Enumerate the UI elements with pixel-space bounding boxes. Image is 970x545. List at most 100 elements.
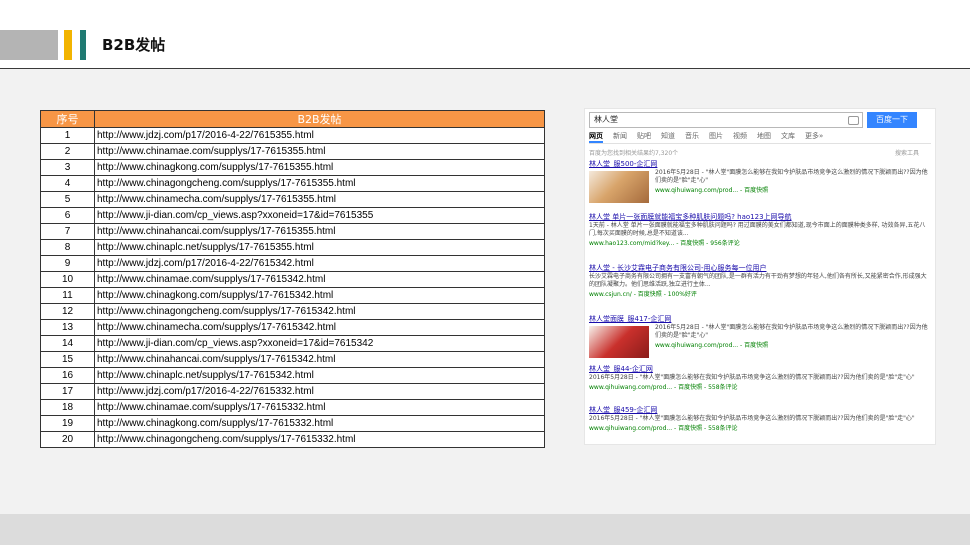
serp-result-title[interactable]: 林人堂_服500-企汇网 [589, 159, 929, 169]
row-number: 1 [40, 127, 95, 144]
row-number: 11 [40, 287, 95, 304]
serp-result-thumbnail[interactable] [589, 171, 649, 203]
serp-tab[interactable]: 知道 [661, 131, 675, 141]
table-row: 8 http://www.chinaplc.net/supplys/17-7615… [40, 239, 545, 256]
row-url: http://www.jdzj.com/p17/2016-4-22/761533… [94, 383, 545, 400]
serp-result-url[interactable]: www.qihuiwang.com/prod... - 百度快照 - 558条评… [589, 423, 929, 432]
table-row: 1 http://www.jdzj.com/p17/2016-4-22/76153… [40, 127, 545, 144]
row-number: 9 [40, 255, 95, 272]
serp-result-url[interactable]: www.hao123.com/mid?key... - 百度快照 - 956条评… [589, 238, 929, 247]
table-row: 12 http://www.chinagongcheng.com/supplys/… [40, 303, 545, 320]
table-row: 6 http://www.ji-dian.com/cp_views.asp?xxo… [40, 207, 545, 224]
serp-tab[interactable]: 新闻 [613, 131, 627, 141]
header-yellow-accent [64, 30, 72, 60]
serp-result-thumbnail[interactable] [589, 326, 649, 358]
serp-search-button[interactable]: 百度一下 [867, 112, 917, 128]
table-row: 11 http://www.chinagkong.com/supplys/17-7… [40, 287, 545, 304]
header-teal-accent [80, 30, 86, 60]
row-number: 17 [40, 383, 95, 400]
serp-result-title[interactable]: 林人堂_服459-企汇网 [589, 405, 929, 415]
serp-result-title[interactable]: 林人堂 - 长沙艾霖电子商务有限公司-用心服务每一位用户 [589, 263, 929, 273]
row-url: http://www.chinagongcheng.com/supplys/17… [94, 175, 545, 192]
row-url: http://www.chinamecha.com/supplys/17-761… [94, 319, 545, 336]
serp-tab[interactable]: 地图 [757, 131, 771, 141]
table-row: 10 http://www.chinamae.com/supplys/17-761… [40, 271, 545, 288]
serp-result-title[interactable]: 林人堂_服44-企汇网 [589, 364, 929, 374]
serp-search-tools[interactable]: 搜索工具 [895, 148, 919, 157]
serp-result-title[interactable]: 林人堂 单片一张面膜就能福宝多种肌肤问题吗? hao123上网导航 [589, 212, 929, 222]
serp-tabs: 网页 新闻 贴吧 知道 音乐 图片 视频 地图 文库 更多» [589, 131, 931, 144]
serp-search-box[interactable]: 林人堂 [589, 112, 863, 128]
table-row: 16 http://www.chinaplc.net/supplys/17-761… [40, 367, 545, 384]
serp-result-count: 百度为您找到相关结果约7,320个 [589, 150, 679, 157]
serp-result-url[interactable]: www.qihuiwang.com/prod... - 百度快照 - 558条评… [589, 382, 929, 391]
row-number: 19 [40, 415, 95, 432]
row-url: http://www.chinaplc.net/supplys/17-76153… [94, 367, 545, 384]
header-gray-block [0, 30, 58, 60]
serp-result: 林人堂_服459-企汇网 2016年5月28日 - "林人堂"面膜怎么能够在我知今… [589, 405, 929, 432]
row-url: http://www.chinagkong.com/supplys/17-761… [94, 415, 545, 432]
table-body: 1 http://www.jdzj.com/p17/2016-4-22/76153… [40, 127, 545, 448]
search-results-screenshot: 林人堂 百度一下 网页 新闻 贴吧 知道 音乐 图片 视频 地图 文库 更多» 百度为您找到相关结… [584, 108, 936, 445]
table-row: 7 http://www.chinahancai.com/supplys/17-7… [40, 223, 545, 240]
row-url: http://www.chinagongcheng.com/supplys/17… [94, 431, 545, 448]
row-url: http://www.chinagkong.com/supplys/17-761… [94, 287, 545, 304]
serp-result-url[interactable]: www.csjun.cn/ - 百度快照 - 100%好评 [589, 289, 929, 298]
serp-tab[interactable]: 视频 [733, 131, 747, 141]
table-row: 9 http://www.jdzj.com/p17/2016-4-22/76153… [40, 255, 545, 272]
serp-result: 林人堂_服44-企汇网 2016年5月28日 - "林人堂"面膜怎么能够在我知今护… [589, 364, 929, 391]
table-row: 13 http://www.chinamecha.com/supplys/17-7… [40, 319, 545, 336]
serp-result-snippet: 2016年5月28日 - "林人堂"面膜怎么能够在我知今护肤品市场竞争这么激烈的… [589, 374, 915, 381]
row-number: 15 [40, 351, 95, 368]
serp-result: 林人堂面膜_服417-企汇网 2016年5月28日 - "林人堂"面膜怎么能够在我… [589, 314, 929, 358]
row-url: http://www.chinamae.com/supplys/17-76153… [94, 143, 545, 160]
serp-result-snippet: 1天前 - 林人堂 单片一张面膜就能福宝多种肌肤问题吗? 用过面膜的美女们都知道… [589, 222, 926, 237]
row-number: 2 [40, 143, 95, 160]
table-row: 3 http://www.chinagkong.com/supplys/17-76… [40, 159, 545, 176]
row-url: http://www.chinamae.com/supplys/17-76153… [94, 271, 545, 288]
table-header-row: 序号 B2B发帖 [40, 110, 545, 128]
column-header-b2b-post: B2B发帖 [94, 110, 545, 128]
row-number: 4 [40, 175, 95, 192]
table-row: 19 http://www.chinagkong.com/supplys/17-7… [40, 415, 545, 432]
row-number: 10 [40, 271, 95, 288]
serp-tab[interactable]: 图片 [709, 131, 723, 141]
row-url: http://www.chinagongcheng.com/supplys/17… [94, 303, 545, 320]
table-row: 17 http://www.jdzj.com/p17/2016-4-22/7615… [40, 383, 545, 400]
serp-tab[interactable]: 更多» [805, 131, 823, 141]
serp-tab[interactable]: 网页 [589, 131, 603, 143]
row-url: http://www.chinahancai.com/supplys/17-76… [94, 351, 545, 368]
serp-tab[interactable]: 音乐 [685, 131, 699, 141]
row-url: http://www.chinamae.com/supplys/17-76153… [94, 399, 545, 416]
row-url: http://www.jdzj.com/p17/2016-4-22/761535… [94, 127, 545, 144]
row-number: 16 [40, 367, 95, 384]
row-url: http://www.chinaplc.net/supplys/17-76153… [94, 239, 545, 256]
table-row: 14 http://www.ji-dian.com/cp_views.asp?xx… [40, 335, 545, 352]
serp-result-snippet: 长沙艾霖电子商务有限公司拥有一支富有朝气的团队,是一群有活力有干劲有梦想的年轻人… [589, 273, 927, 288]
serp-result-snippet: 2016年5月28日 - "林人堂"面膜怎么能够在我知今护肤品市场竞争这么激烈的… [589, 415, 915, 422]
row-number: 7 [40, 223, 95, 240]
serp-tab[interactable]: 贴吧 [637, 131, 651, 141]
table-row: 5 http://www.chinamecha.com/supplys/17-76… [40, 191, 545, 208]
row-url: http://www.chinahancai.com/supplys/17-76… [94, 223, 545, 240]
serp-result: 林人堂 单片一张面膜就能福宝多种肌肤问题吗? hao123上网导航 1天前 - 林… [589, 212, 929, 247]
table-row: 2 http://www.chinamae.com/supplys/17-7615… [40, 143, 545, 160]
serp-tab[interactable]: 文库 [781, 131, 795, 141]
column-header-number: 序号 [40, 110, 95, 128]
table-row: 4 http://www.chinagongcheng.com/supplys/1… [40, 175, 545, 192]
row-number: 14 [40, 335, 95, 352]
row-url: http://www.chinagkong.com/supplys/17-761… [94, 159, 545, 176]
row-url: http://www.ji-dian.com/cp_views.asp?xxon… [94, 335, 545, 352]
table-row: 15 http://www.chinahancai.com/supplys/17-… [40, 351, 545, 368]
b2b-post-table: 序号 B2B发帖 1 http://www.jdzj.com/p17/2016-4… [40, 110, 545, 448]
serp-search-query: 林人堂 [594, 115, 618, 124]
table-row: 20 http://www.chinagongcheng.com/supplys/… [40, 431, 545, 448]
serp-result-title[interactable]: 林人堂面膜_服417-企汇网 [589, 314, 929, 324]
camera-icon[interactable] [848, 116, 859, 125]
table-row: 18 http://www.chinamae.com/supplys/17-761… [40, 399, 545, 416]
footer-bar [0, 514, 970, 545]
row-url: http://www.ji-dian.com/cp_views.asp?xxon… [94, 207, 545, 224]
header-bar: B2B发帖 [0, 0, 970, 69]
serp-result: 林人堂 - 长沙艾霖电子商务有限公司-用心服务每一位用户 长沙艾霖电子商务有限公司… [589, 263, 929, 298]
serp-result: 林人堂_服500-企汇网 2016年5月28日 - "林人堂"面膜怎么能够在我知今… [589, 159, 929, 203]
